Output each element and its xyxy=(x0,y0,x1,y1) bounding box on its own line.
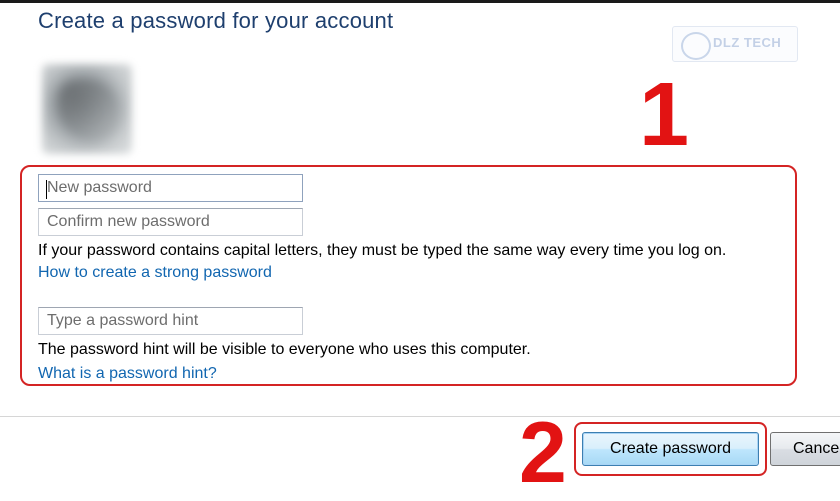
hint-visibility-note: The password hint will be visible to eve… xyxy=(38,341,531,358)
capital-letters-note: If your password contains capital letter… xyxy=(38,242,727,259)
password-hint-input[interactable] xyxy=(38,307,303,335)
watermark-logo: DLZ TECH xyxy=(672,26,798,62)
text-caret xyxy=(46,180,47,199)
watermark-text: DLZ TECH xyxy=(713,35,782,50)
page-title: Create a password for your account xyxy=(38,8,394,33)
top-border xyxy=(0,0,840,3)
strong-password-link[interactable]: How to create a strong password xyxy=(38,264,272,282)
annotation-marker-2: 2 xyxy=(519,405,567,501)
create-password-button[interactable]: Create password xyxy=(582,432,759,466)
new-password-input[interactable] xyxy=(38,174,303,202)
password-hint-link[interactable]: What is a password hint? xyxy=(38,365,217,383)
confirm-password-input[interactable] xyxy=(38,208,303,236)
logo-mark-icon xyxy=(681,32,711,60)
annotation-marker-1: 1 xyxy=(639,65,690,165)
cancel-button[interactable]: Cance xyxy=(770,432,840,466)
footer-divider xyxy=(0,416,840,417)
